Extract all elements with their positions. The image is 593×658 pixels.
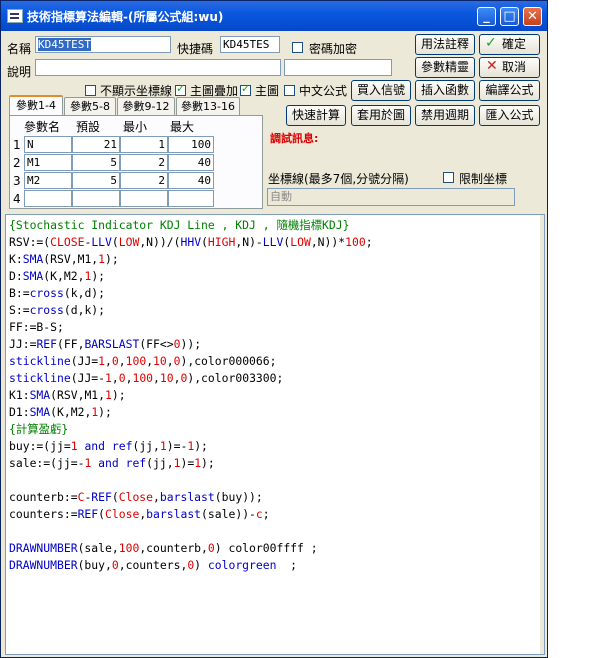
insert-function-button[interactable]: 插入函數 (415, 80, 475, 101)
formula-code-editor[interactable]: {Stochastic Indicator KDJ Line , KDJ , 隨… (5, 214, 545, 655)
tab-params-1-4[interactable]: 參數1-4 (9, 95, 63, 115)
params-wizard-button[interactable]: 參數精靈 (415, 57, 475, 78)
tab-params-9-12[interactable]: 參數9-12 (117, 97, 175, 115)
param-default-cell[interactable]: 21 (72, 136, 120, 153)
limit-axis-label: 限制坐標 (459, 172, 508, 186)
ok-button[interactable]: ✓ 確定 (479, 34, 540, 55)
main-chart-checkbox[interactable] (240, 82, 251, 96)
shortcode-field[interactable]: KD45TES (220, 36, 280, 53)
tab-params-5-8[interactable]: 參數5-8 (64, 97, 116, 115)
minimize-icon[interactable]: _ (477, 7, 496, 26)
name-label: 名稱 (7, 42, 32, 56)
param-min-cell[interactable]: 1 (120, 136, 168, 153)
chinese-formula-label: 中文公式 (299, 84, 348, 98)
param-row-number: 4 (13, 192, 21, 206)
description-label: 說明 (7, 65, 32, 79)
param-min-cell[interactable] (120, 190, 168, 207)
main-overlay-checkbox[interactable] (175, 82, 186, 96)
buy-signal-button[interactable]: 買入信號 (351, 80, 411, 101)
axis-label: 坐標線(最多7個,分號分隔) (268, 172, 409, 186)
param-min-cell[interactable]: 2 (120, 154, 168, 171)
close-icon[interactable]: ✕ (523, 7, 542, 26)
param-max-cell[interactable]: 100 (168, 136, 214, 153)
formula-editor-window: 技術指標算法編輯-(所屬公式組:wu) _ □ ✕ 名稱 KD45TEST 快捷… (0, 0, 548, 658)
maximize-icon[interactable]: □ (500, 7, 519, 26)
param-default-cell[interactable]: 5 (72, 172, 120, 189)
param-min-header: 最小 (123, 120, 148, 134)
limit-axis-checkbox[interactable] (443, 172, 454, 183)
param-max-cell[interactable]: 40 (168, 154, 214, 171)
tab-params-13-16[interactable]: 參數13-16 (176, 97, 240, 115)
shortcode-label: 快捷碼 (177, 42, 214, 56)
axis-field[interactable]: 自動 (267, 188, 515, 206)
name-field-value: KD45TEST (38, 38, 91, 51)
password-checkbox[interactable] (292, 42, 303, 53)
usage-notes-button[interactable]: 用法註釋 (415, 34, 475, 55)
apply-chart-button[interactable]: 套用於圖 (351, 105, 411, 126)
param-min-cell[interactable]: 2 (120, 172, 168, 189)
name-field[interactable]: KD45TEST (35, 36, 171, 53)
param-row-number: 3 (13, 174, 21, 188)
comment-header: {Stochastic Indicator KDJ Line , KDJ , 隨… (9, 218, 350, 232)
title-bar[interactable]: 技術指標算法編輯-(所屬公式組:wu) _ □ ✕ (1, 1, 547, 31)
cancel-label: 取消 (502, 60, 527, 74)
param-max-cell[interactable]: 40 (168, 172, 214, 189)
editor-scrollbar[interactable] (540, 215, 544, 654)
debug-message-label: 調試訊息: (270, 132, 319, 145)
description-extra-field[interactable] (284, 59, 392, 76)
param-name-cell[interactable]: N (24, 136, 72, 153)
param-row-number: 2 (13, 156, 21, 170)
param-name-cell[interactable]: M2 (24, 172, 72, 189)
import-formula-button[interactable]: 匯入公式 (479, 105, 540, 126)
param-default-header: 預設 (76, 120, 101, 134)
cancel-button[interactable]: ✕ 取消 (479, 57, 540, 78)
param-name-header: 參數名 (24, 120, 61, 134)
hide-axis-checkbox[interactable] (85, 85, 96, 96)
param-max-header: 最大 (170, 120, 195, 134)
chinese-formula-checkbox[interactable] (284, 85, 295, 96)
check-icon: ✓ (485, 35, 497, 51)
x-icon: ✕ (486, 58, 498, 74)
password-label: 密碼加密 (309, 42, 358, 56)
formula-code: {Stochastic Indicator KDJ Line , KDJ , 隨… (9, 218, 373, 572)
params-panel: 參數名 預設 最小 最大 1 N 21 1 100 2 M1 5 2 40 3 … (9, 115, 263, 209)
app-icon (7, 9, 23, 23)
param-row-number: 1 (13, 138, 21, 152)
param-default-cell[interactable] (72, 190, 120, 207)
param-default-cell[interactable]: 5 (72, 154, 120, 171)
param-name-cell[interactable]: M1 (24, 154, 72, 171)
compile-button[interactable]: 編譯公式 (479, 80, 540, 101)
quick-calc-button[interactable]: 快速計算 (286, 105, 346, 126)
param-name-cell[interactable] (24, 190, 72, 207)
disable-period-button[interactable]: 禁用週期 (415, 105, 475, 126)
description-field[interactable] (35, 59, 281, 76)
param-max-cell[interactable] (168, 190, 214, 207)
window-title: 技術指標算法編輯-(所屬公式組:wu) (27, 10, 224, 24)
ok-label: 確定 (502, 37, 527, 51)
main-chart-label: 主圖 (255, 84, 280, 98)
